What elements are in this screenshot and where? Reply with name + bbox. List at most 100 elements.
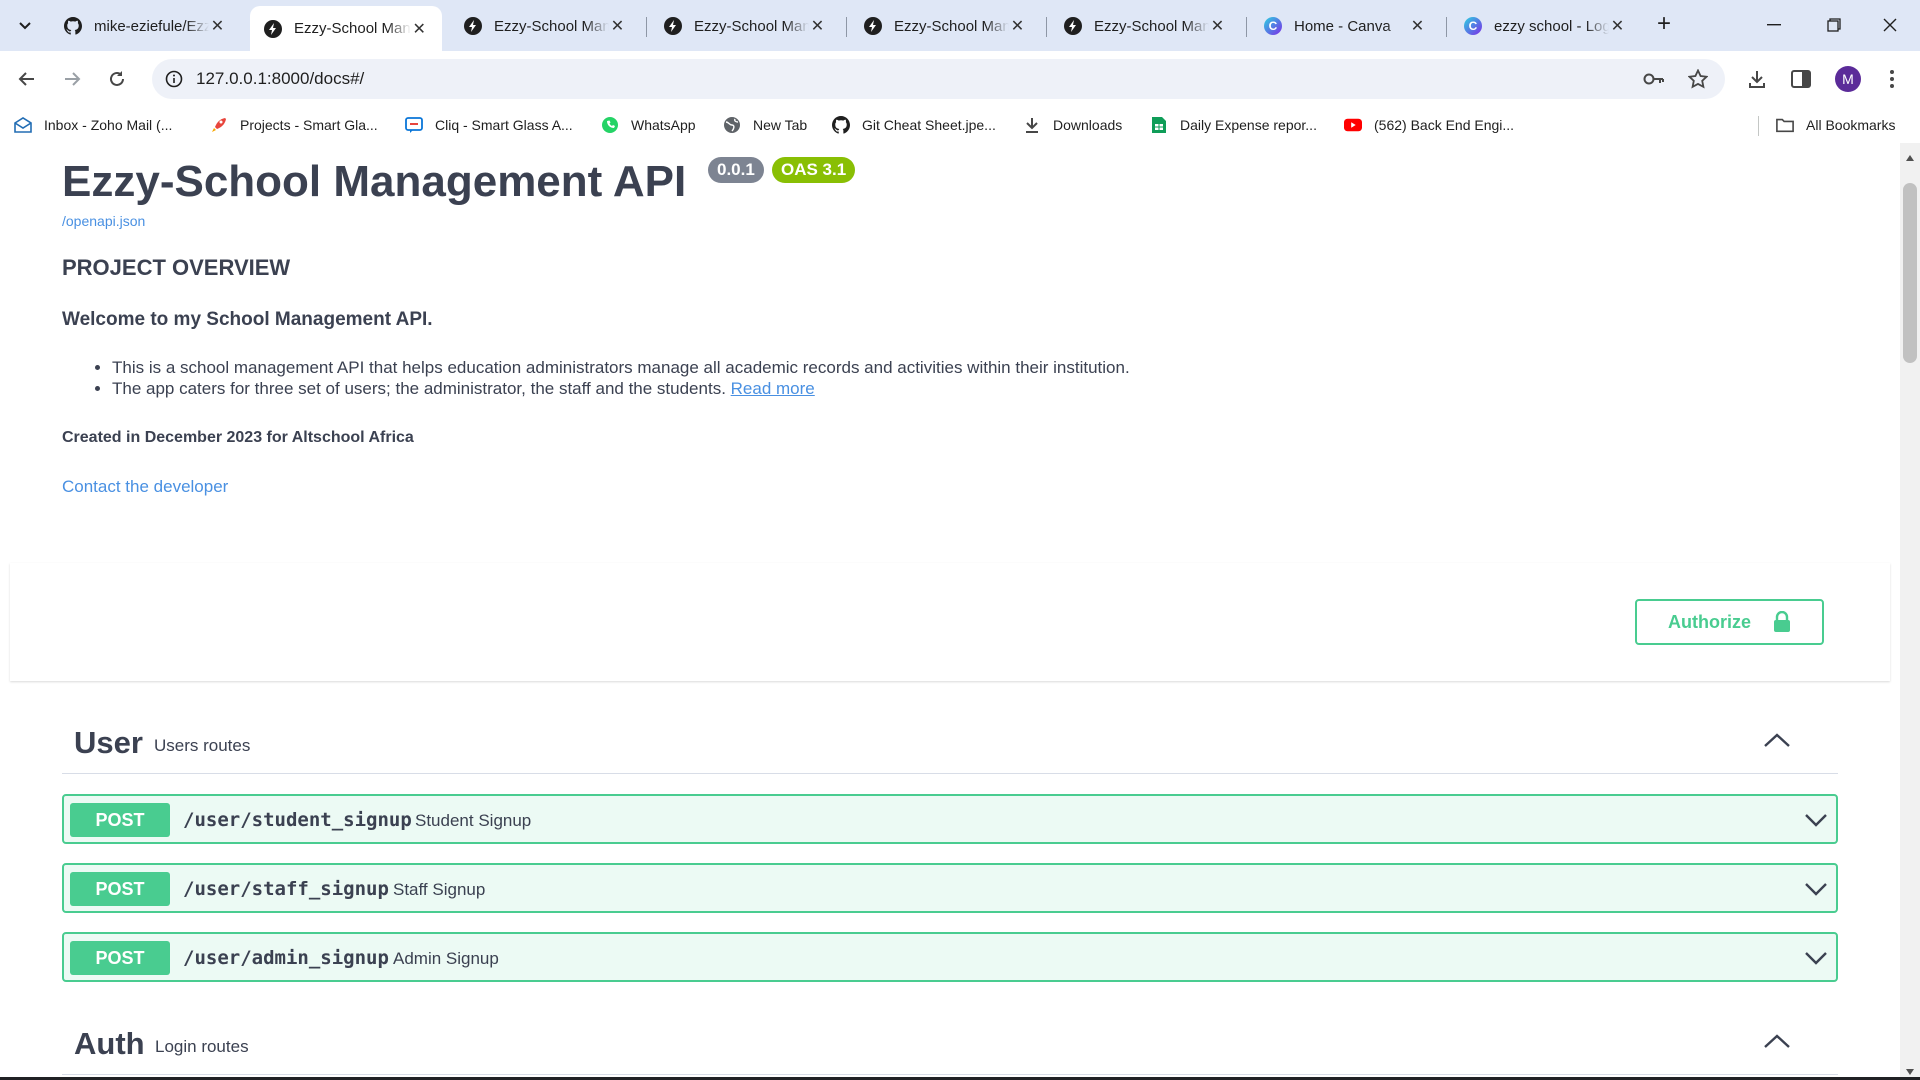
bookmark-git-cheat-sheet[interactable]: Git Cheat Sheet.jpe... [832, 115, 996, 135]
close-icon[interactable]: ✕ [1009, 16, 1026, 36]
mail-icon [14, 116, 32, 134]
restore-button[interactable] [1814, 10, 1854, 40]
list-item: This is a school management API that hel… [112, 359, 1130, 377]
tab-fastapi[interactable]: Ezzy-School Management ✕ [850, 8, 1040, 44]
tab-canva[interactable]: C ezzy school - Logo ✕ [1450, 8, 1640, 44]
authorize-button[interactable]: Authorize [1635, 599, 1824, 645]
bookmark-label: Projects - Smart Gla... [240, 117, 378, 133]
tab-title: Ezzy-School Management [1094, 17, 1209, 35]
scroll-thumb[interactable] [1903, 183, 1917, 363]
site-info-icon[interactable] [162, 67, 186, 91]
tab-title: mike-eziefule/Ezzy-School [94, 17, 209, 35]
opblock-post-student-signup[interactable]: POST /user/student_signup Student Signup [62, 794, 1838, 844]
canva-icon: C [1464, 17, 1482, 35]
bookmark-new-tab[interactable]: New Tab [723, 115, 807, 135]
scroll-down-arrow[interactable] [1906, 1069, 1914, 1075]
chevron-down-icon[interactable] [1804, 812, 1828, 828]
chevron-down-icon [19, 22, 31, 30]
tab-fastapi[interactable]: Ezzy-School Management ✕ [650, 8, 840, 44]
close-icon [1883, 18, 1897, 32]
browser-toolbar: 127.0.0.1:8000/docs#/ M [0, 51, 1920, 107]
bookmark-whatsapp[interactable]: WhatsApp [601, 115, 696, 135]
chevron-up-icon[interactable] [1762, 1031, 1792, 1051]
fastapi-icon [264, 19, 282, 38]
bookmark-label: New Tab [753, 117, 808, 133]
contact-developer-link[interactable]: Contact the developer [62, 477, 228, 497]
method-badge: POST [70, 803, 170, 837]
opblock-post-admin-signup[interactable]: POST /user/admin_signup Admin Signup [62, 932, 1838, 982]
endpoint-summary: Staff Signup [393, 880, 486, 899]
close-icon[interactable]: ✕ [1209, 16, 1226, 36]
forward-button[interactable] [54, 61, 90, 97]
close-icon[interactable]: ✕ [1409, 16, 1426, 36]
tab-canva[interactable]: C Home - Canva ✕ [1250, 8, 1440, 44]
download-icon[interactable] [1739, 61, 1775, 97]
tab-fastapi[interactable]: Ezzy-School Management ✕ [1050, 8, 1240, 44]
page-scrollbar[interactable] [1900, 143, 1920, 1080]
close-icon[interactable]: ✕ [209, 16, 226, 36]
tag-auth[interactable]: Auth Login routes [62, 1015, 1838, 1075]
tab-title: Ezzy-School Management [694, 17, 809, 35]
address-bar[interactable]: 127.0.0.1:8000/docs#/ [152, 59, 1725, 99]
bookmark-label: Inbox - Zoho Mail (... [44, 117, 173, 133]
tab-search-button[interactable] [10, 12, 40, 40]
read-more-link[interactable]: Read more [731, 379, 815, 398]
tab-title: Home - Canva [1294, 17, 1391, 35]
reload-icon [110, 71, 124, 86]
chevron-up-icon[interactable] [1762, 730, 1792, 750]
url-text[interactable]: 127.0.0.1:8000/docs#/ [196, 69, 364, 89]
minimize-icon [1767, 24, 1781, 26]
bookmark-label: Downloads [1053, 117, 1123, 133]
tab-title: ezzy school - Logo [1494, 17, 1609, 35]
close-icon[interactable]: ✕ [809, 16, 826, 36]
sheets-icon [1150, 116, 1168, 134]
tab-separator [1446, 17, 1447, 37]
bookmark-cliq[interactable]: Cliq - Smart Glass A... [405, 115, 573, 135]
bookmark-youtube[interactable]: (562) Back End Engi... [1344, 115, 1514, 135]
method-badge: POST [70, 872, 170, 906]
star-icon[interactable] [1686, 67, 1710, 91]
tab-separator [1246, 17, 1247, 37]
arrow-right-icon [65, 72, 81, 86]
restore-icon [1827, 18, 1841, 32]
new-tab-button[interactable]: + [1651, 12, 1677, 38]
endpoint-summary: Student Signup [415, 811, 532, 830]
chevron-down-icon[interactable] [1804, 881, 1828, 897]
minimize-button[interactable] [1754, 10, 1794, 40]
github-icon [832, 116, 850, 134]
close-icon[interactable]: ✕ [609, 16, 626, 36]
reload-button[interactable] [99, 61, 135, 97]
back-button[interactable] [9, 61, 45, 97]
fastapi-icon [864, 17, 882, 35]
key-icon[interactable] [1642, 67, 1666, 91]
close-icon[interactable]: ✕ [411, 19, 428, 39]
tab-title: Ezzy-School Management [494, 17, 609, 35]
tab-github[interactable]: mike-eziefule/Ezzy-School ✕ [50, 8, 240, 44]
chevron-down-icon[interactable] [1804, 950, 1828, 966]
profile-avatar[interactable]: M [1835, 66, 1861, 92]
tag-user[interactable]: User Users routes [62, 714, 1838, 774]
openapi-json-link[interactable]: /openapi.json [62, 213, 145, 229]
scroll-up-arrow[interactable] [1906, 155, 1914, 161]
kebab-menu-icon[interactable] [1874, 61, 1910, 97]
close-icon[interactable]: ✕ [1609, 16, 1626, 36]
side-panel-icon[interactable] [1783, 61, 1819, 97]
opblock-post-staff-signup[interactable]: POST /user/staff_signup Staff Signup [62, 863, 1838, 913]
overview-list: This is a school management API that hel… [112, 359, 1130, 401]
bookmark-downloads[interactable]: Downloads [1023, 115, 1122, 135]
bookmark-zoho-mail[interactable]: Inbox - Zoho Mail (... [14, 115, 172, 135]
window-close-button[interactable] [1870, 10, 1910, 40]
list-item: The app caters for three set of users; t… [112, 380, 1130, 398]
all-bookmarks-button[interactable]: All Bookmarks [1776, 115, 1895, 135]
endpoint-path: /user/admin_signup [183, 947, 389, 969]
tab-fastapi[interactable]: Ezzy-School Management ✕ [450, 8, 640, 44]
tab-title: Ezzy-School Management [294, 20, 411, 37]
bookmark-label: Daily Expense repor... [1180, 117, 1317, 133]
bookmark-daily-expense[interactable]: Daily Expense repor... [1150, 115, 1317, 135]
bookmark-projects[interactable]: Projects - Smart Gla... [210, 115, 378, 135]
github-icon [64, 17, 82, 35]
tab-fastapi-active[interactable]: Ezzy-School Management ✕ [250, 6, 442, 51]
lock-icon [1774, 611, 1790, 632]
tab-separator [646, 17, 647, 37]
overview-heading: PROJECT OVERVIEW [62, 255, 291, 280]
